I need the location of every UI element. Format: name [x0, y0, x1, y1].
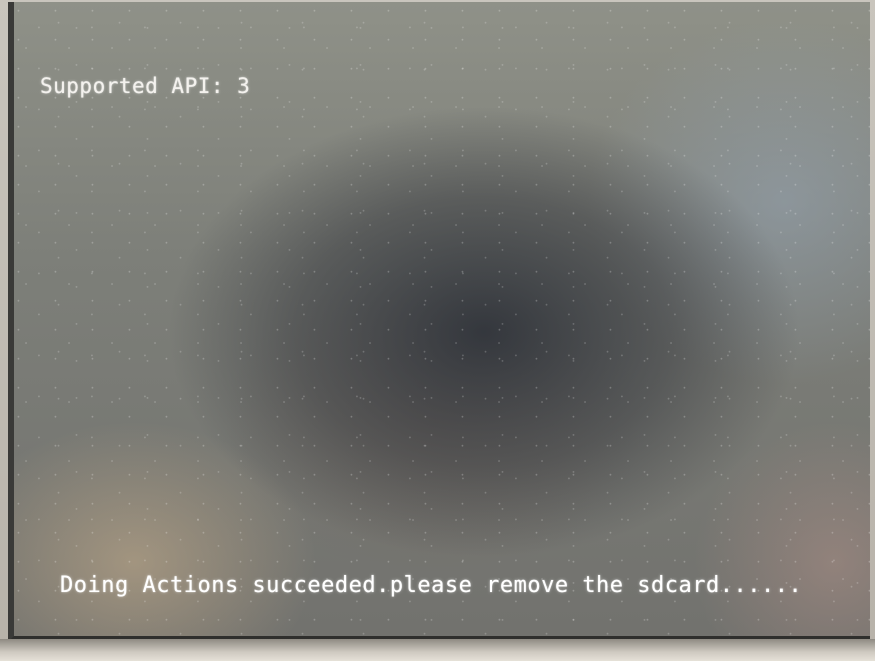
console-screen: Supported API: 3 Doing Actions succeeded…: [8, 2, 870, 642]
monitor-bezel: [0, 639, 875, 661]
supported-api-text: Supported API: 3: [40, 74, 251, 98]
status-message-text: Doing Actions succeeded.please remove th…: [60, 573, 803, 598]
monitor-frame: Supported API: 3 Doing Actions succeeded…: [0, 0, 875, 661]
